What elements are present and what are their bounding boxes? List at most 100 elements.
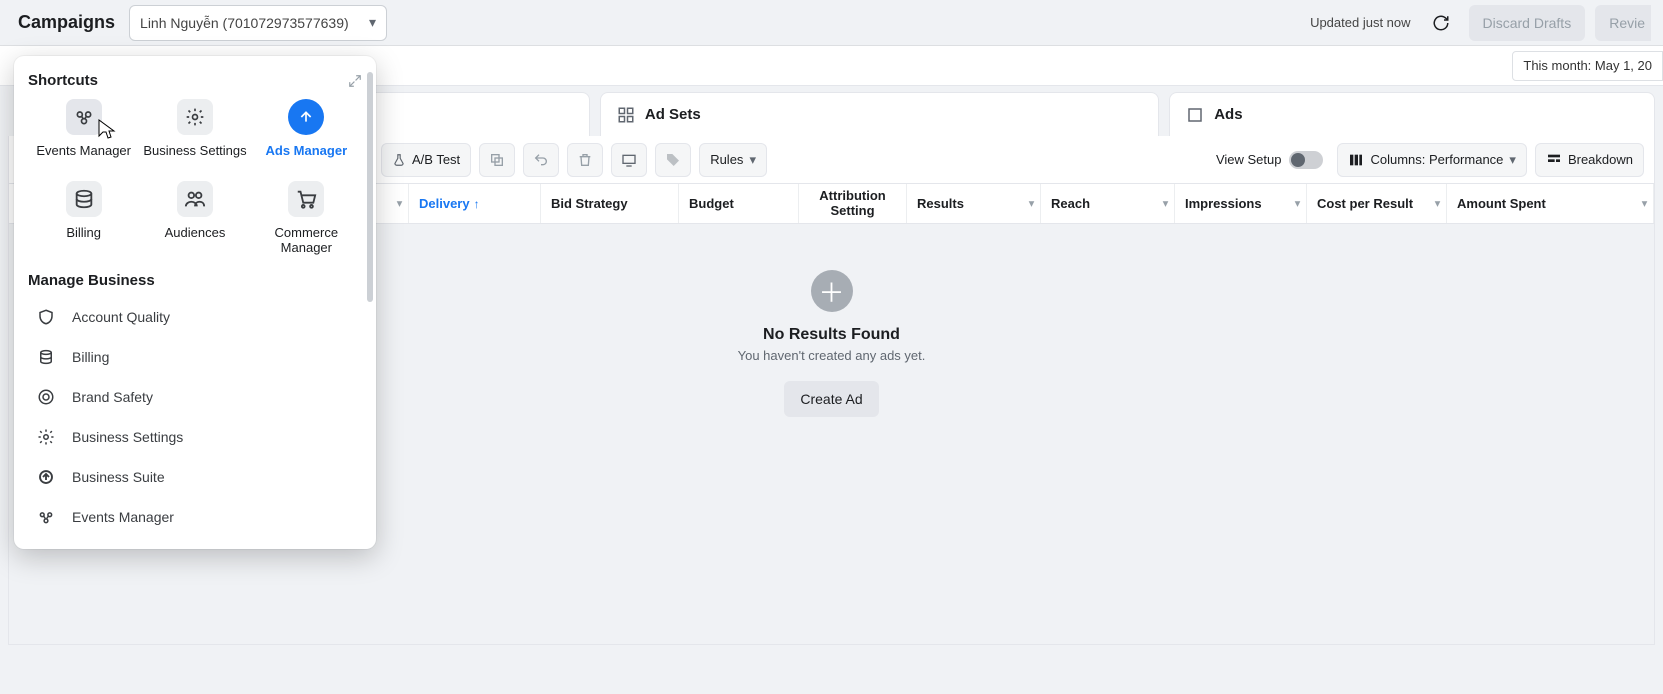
- tab-ads[interactable]: Ads: [1169, 92, 1655, 136]
- col-impressions[interactable]: Impressions▾: [1175, 184, 1307, 223]
- expand-icon[interactable]: [348, 74, 362, 88]
- empty-title: No Results Found: [763, 326, 900, 344]
- manage-business-heading: Manage Business: [28, 272, 362, 289]
- create-ad-button[interactable]: Create Ad: [784, 381, 878, 417]
- shortcut-commerce-manager[interactable]: Commerce Manager: [251, 181, 362, 256]
- chevron-down-icon: ▾: [749, 152, 756, 168]
- col-amount-spent-label: Amount Spent: [1457, 196, 1546, 211]
- mb-events-manager-label: Events Manager: [72, 509, 174, 525]
- col-reach[interactable]: Reach▾: [1041, 184, 1175, 223]
- audiences-icon: [184, 188, 206, 210]
- shortcut-events-manager[interactable]: Events Manager: [28, 99, 139, 159]
- gear-icon: [185, 107, 205, 127]
- tab-adsets[interactable]: Ad Sets: [600, 92, 1159, 136]
- col-results-label: Results: [917, 196, 964, 211]
- panel-scrollbar[interactable]: [367, 66, 373, 539]
- breakdown-button[interactable]: Breakdown: [1535, 143, 1644, 177]
- mb-business-settings[interactable]: Business Settings: [28, 417, 362, 457]
- events-manager-icon: [37, 508, 55, 526]
- col-bid-strategy[interactable]: Bid Strategy: [541, 184, 679, 223]
- shortcut-ads-manager[interactable]: Ads Manager: [251, 99, 362, 159]
- empty-subtitle: You haven't created any ads yet.: [738, 348, 926, 363]
- refresh-icon: [1432, 14, 1450, 32]
- cart-icon: [295, 188, 317, 210]
- mb-brand-safety-label: Brand Safety: [72, 389, 153, 405]
- mb-billing-label: Billing: [72, 349, 109, 365]
- shortcuts-panel: Shortcuts Events Manager Business Settin…: [14, 56, 376, 549]
- brand-safety-icon: [37, 388, 55, 406]
- gear-icon: [37, 428, 55, 446]
- chevron-down-icon: ▾: [369, 14, 376, 31]
- shortcut-billing[interactable]: Billing: [28, 181, 139, 256]
- mb-business-suite[interactable]: Business Suite: [28, 457, 362, 497]
- shortcut-commerce-manager-label: Commerce Manager: [251, 225, 362, 256]
- mb-brand-safety[interactable]: Brand Safety: [28, 377, 362, 417]
- col-delivery[interactable]: Delivery↑: [409, 184, 541, 223]
- duplicate-button[interactable]: [479, 143, 515, 177]
- shortcut-audiences-label: Audiences: [165, 225, 226, 241]
- col-budget-label: Budget: [689, 196, 734, 211]
- shortcut-audiences[interactable]: Audiences: [139, 181, 250, 256]
- copy-icon: [489, 152, 505, 168]
- col-cpr-label: Cost per Result: [1317, 196, 1413, 211]
- rules-button[interactable]: Rules ▾: [699, 143, 767, 177]
- tag-icon: [665, 152, 681, 168]
- date-range-selector[interactable]: This month: May 1, 20: [1512, 51, 1663, 81]
- shortcut-business-settings[interactable]: Business Settings: [139, 99, 250, 159]
- view-setup-label: View Setup: [1216, 152, 1282, 167]
- account-selector[interactable]: Linh Nguyễn (701072973577639) ▾: [129, 5, 387, 41]
- shield-icon: [37, 308, 55, 326]
- col-results[interactable]: Results▾: [907, 184, 1041, 223]
- discard-drafts-label: Discard Drafts: [1483, 15, 1572, 31]
- create-ad-label: Create Ad: [800, 391, 862, 407]
- shortcut-ads-manager-label: Ads Manager: [266, 143, 348, 159]
- shortcut-billing-label: Billing: [66, 225, 101, 241]
- col-attribution-label: Attribution Setting: [809, 189, 896, 218]
- abtest-button[interactable]: A/B Test: [381, 143, 471, 177]
- refresh-button[interactable]: [1423, 5, 1459, 41]
- col-cost-per-result[interactable]: Cost per Result▾: [1307, 184, 1447, 223]
- mb-account-quality[interactable]: Account Quality: [28, 297, 362, 337]
- export-icon: [621, 152, 637, 168]
- undo-icon: [533, 152, 549, 168]
- breakdown-label: Breakdown: [1568, 152, 1633, 167]
- mb-business-suite-label: Business Suite: [72, 469, 165, 485]
- view-setup-toggle[interactable]: [1289, 151, 1323, 169]
- delete-button[interactable]: [567, 143, 603, 177]
- mb-events-manager[interactable]: Events Manager: [28, 497, 362, 537]
- col-reach-label: Reach: [1051, 196, 1090, 211]
- col-impressions-label: Impressions: [1185, 196, 1262, 211]
- columns-button[interactable]: Columns: Performance ▾: [1337, 143, 1526, 177]
- mb-billing[interactable]: Billing: [28, 337, 362, 377]
- billing-icon: [37, 348, 55, 366]
- billing-icon: [73, 188, 95, 210]
- page-title: Campaigns: [18, 12, 115, 33]
- mb-account-quality-label: Account Quality: [72, 309, 170, 325]
- adsets-icon: [617, 106, 635, 124]
- review-button[interactable]: Revie: [1595, 5, 1651, 41]
- updated-status: Updated just now: [1310, 15, 1410, 30]
- export-button[interactable]: [611, 143, 647, 177]
- tag-button[interactable]: [655, 143, 691, 177]
- shortcut-events-manager-label: Events Manager: [36, 143, 131, 159]
- tab-adsets-label: Ad Sets: [645, 106, 701, 123]
- columns-label: Columns: Performance: [1370, 152, 1503, 167]
- col-budget[interactable]: Budget: [679, 184, 799, 223]
- col-attribution[interactable]: Attribution Setting: [799, 184, 907, 223]
- empty-add-icon[interactable]: ＋: [811, 270, 853, 312]
- abtest-label: A/B Test: [412, 152, 460, 167]
- date-range-label: This month: May 1, 20: [1523, 58, 1652, 73]
- undo-button[interactable]: [523, 143, 559, 177]
- events-manager-icon: [74, 107, 94, 127]
- discard-drafts-button[interactable]: Discard Drafts: [1469, 5, 1586, 41]
- col-bid-strategy-label: Bid Strategy: [551, 196, 628, 211]
- flask-icon: [392, 153, 406, 167]
- mb-business-settings-label: Business Settings: [72, 429, 183, 445]
- review-label: Revie: [1609, 15, 1645, 31]
- tab-ads-label: Ads: [1214, 106, 1242, 123]
- business-suite-icon: [37, 468, 55, 486]
- trash-icon: [577, 152, 593, 168]
- col-amount-spent[interactable]: Amount Spent▾: [1447, 184, 1654, 223]
- ads-icon: [1186, 106, 1204, 124]
- breakdown-icon: [1546, 152, 1562, 168]
